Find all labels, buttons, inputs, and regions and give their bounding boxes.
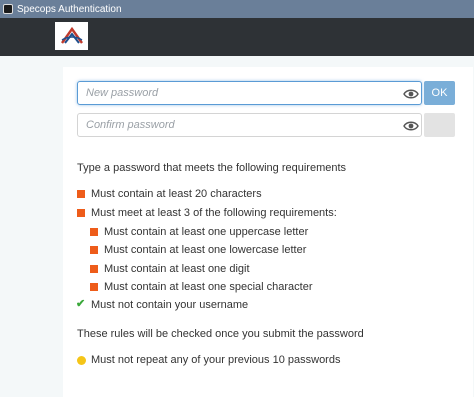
show-password-eye-icon[interactable] <box>403 87 419 99</box>
title-bar: Specops Authentication <box>0 0 474 18</box>
header-bar <box>0 18 474 56</box>
unmet-square-icon <box>90 265 98 273</box>
requirement-lowercase: Must contain at least one lowercase lett… <box>104 244 307 256</box>
confirm-status-box <box>424 113 455 137</box>
requirement-no-username: Must not contain your username <box>91 299 249 311</box>
requirement-digit: Must contain at least one digit <box>104 263 250 275</box>
unmet-square-icon <box>90 283 98 291</box>
new-password-input[interactable] <box>77 81 422 105</box>
requirement-uppercase: Must contain at least one uppercase lett… <box>104 226 309 238</box>
rules-note: These rules will be checked once you sub… <box>77 328 364 340</box>
confirm-password-input[interactable] <box>77 113 422 137</box>
requirement-special-char: Must contain at least one special charac… <box>104 281 313 293</box>
show-confirm-password-eye-icon[interactable] <box>403 119 419 131</box>
requirement-complexity: Must meet at least 3 of the following re… <box>91 207 337 219</box>
specops-logo <box>55 22 88 50</box>
window-title: Specops Authentication <box>17 3 122 15</box>
requirement-password-history: Must not repeat any of your previous 10 … <box>91 354 341 366</box>
pending-dot-icon <box>77 356 86 365</box>
requirements-intro: Type a password that meets the following… <box>77 162 347 174</box>
unmet-square-icon <box>90 228 98 236</box>
checkmark-icon: ✔ <box>76 298 86 310</box>
unmet-square-icon <box>77 209 85 217</box>
requirement-min-length: Must contain at least 20 characters <box>91 188 262 200</box>
unmet-square-icon <box>90 246 98 254</box>
app-icon <box>3 4 13 14</box>
unmet-square-icon <box>77 190 85 198</box>
ok-button[interactable]: OK <box>424 81 455 105</box>
